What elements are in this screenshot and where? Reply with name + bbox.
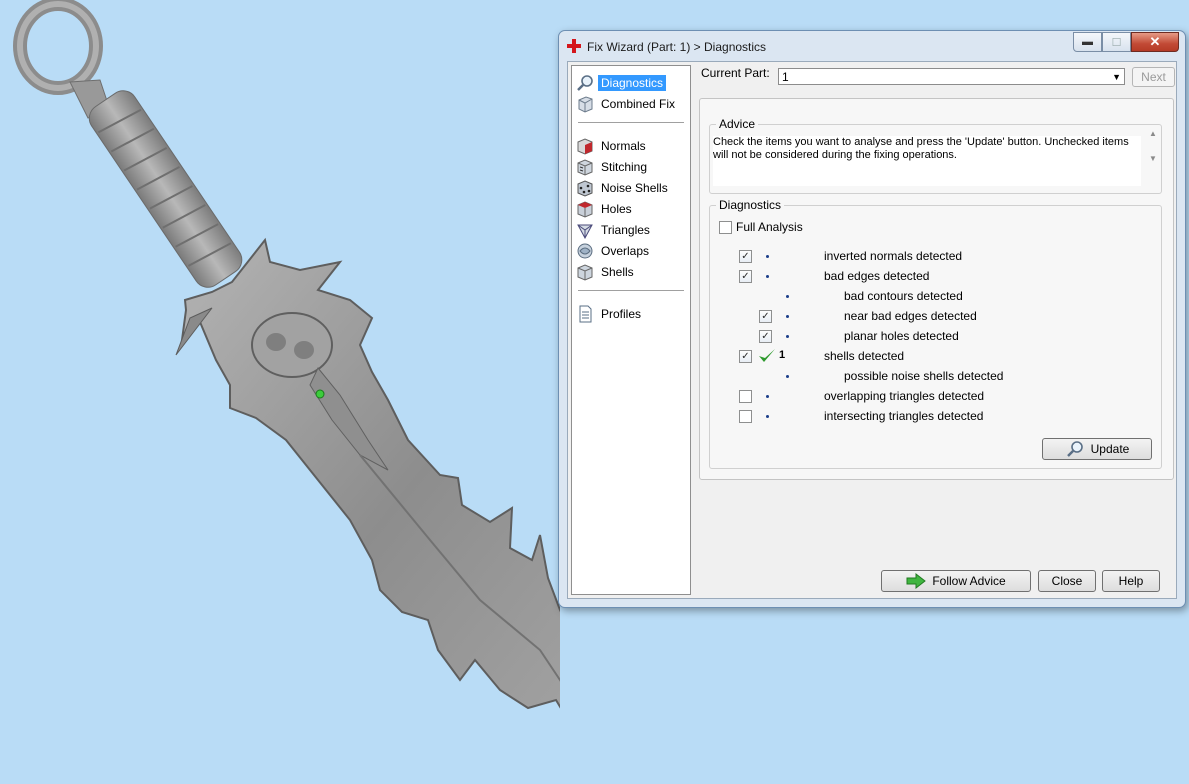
triangles-icon: [577, 224, 593, 239]
diagnostic-label: shells detected: [824, 349, 905, 363]
diagnostic-label: inverted normals detected: [824, 249, 963, 263]
sidebar-item-label: Triangles: [601, 222, 650, 237]
sidebar-item-diagnostics[interactable]: Diagnostics: [576, 73, 667, 92]
cube-icon: [578, 95, 593, 113]
magnifier-icon: [1066, 441, 1083, 457]
diagnostic-label: bad edges detected: [824, 269, 930, 283]
sword-model: [13, 0, 560, 710]
sidebar-item-label: Holes: [601, 201, 632, 216]
update-label: Update: [1090, 442, 1130, 456]
close-window-button[interactable]: ✕: [1131, 32, 1179, 52]
bullet-dot: [766, 395, 769, 398]
diagnostics-group: Diagnostics Full Analysis ✓ inverted norm…: [709, 198, 1162, 469]
sidebar-item-noise-shells[interactable]: Noise Shells: [576, 178, 671, 197]
minimize-button[interactable]: ▬: [1073, 32, 1102, 52]
diagnostic-label: intersecting triangles detected: [824, 409, 984, 423]
help-button[interactable]: Help: [1102, 570, 1160, 592]
current-part-select[interactable]: 1 ▼: [778, 68, 1125, 85]
fix-wizard-dialog: Fix Wizard (Part: 1) > Diagnostics ▬ ☐ ✕…: [558, 30, 1186, 608]
scroll-down-icon[interactable]: ▼: [1147, 154, 1159, 163]
normals-cube-icon: [577, 137, 593, 155]
noise-shells-icon: [577, 179, 593, 197]
sidebar-item-label: Overlaps: [601, 243, 650, 258]
dialog-client-area: Diagnostics Combined Fix Normals Stitchi…: [567, 61, 1177, 599]
current-part-label: Current Part:: [701, 66, 770, 80]
diagnostic-label: near bad edges detected: [844, 309, 977, 323]
document-icon: [579, 305, 592, 322]
maximize-button[interactable]: ☐: [1102, 32, 1131, 52]
sidebar-item-combined-fix[interactable]: Combined Fix: [576, 94, 678, 113]
diagnostic-label: overlapping triangles detected: [824, 389, 985, 403]
sidebar-item-triangles[interactable]: Triangles: [576, 220, 653, 239]
bullet-dot: [786, 295, 789, 298]
advice-text: Check the items you want to analyse and …: [713, 136, 1141, 186]
scroll-up-icon[interactable]: ▲: [1147, 129, 1159, 138]
full-analysis-option[interactable]: Full Analysis: [719, 219, 803, 235]
diagnostics-title: Diagnostics: [716, 198, 785, 212]
sidebar-item-label: Noise Shells: [601, 180, 668, 195]
sidebar-item-label: Normals: [601, 138, 646, 153]
3d-viewport[interactable]: [0, 0, 560, 784]
bullet-dot: [786, 335, 789, 338]
diagnostic-checkbox[interactable]: ✓: [759, 330, 772, 343]
sidebar-item-overlaps[interactable]: Overlaps: [576, 241, 652, 260]
sidebar-item-holes[interactable]: Holes: [576, 199, 635, 218]
sidebar-divider: [578, 122, 684, 123]
sidebar-item-normals[interactable]: Normals: [576, 136, 649, 155]
stitching-cube-icon: [577, 158, 593, 176]
close-label: Close: [1051, 574, 1083, 588]
holes-cube-icon: [577, 200, 593, 218]
shell-count: 1: [779, 349, 786, 361]
next-button[interactable]: Next: [1132, 67, 1175, 87]
chevron-down-icon: ▼: [1112, 72, 1121, 82]
green-check-icon: [759, 349, 775, 362]
follow-advice-label: Follow Advice: [932, 574, 1006, 588]
shells-icon: [577, 263, 593, 281]
full-analysis-checkbox[interactable]: [719, 220, 732, 234]
update-button[interactable]: Update: [1042, 438, 1152, 460]
green-arrow-icon: [906, 572, 927, 590]
current-part-value: 1: [782, 70, 789, 84]
wizard-sidebar: Diagnostics Combined Fix Normals Stitchi…: [571, 65, 691, 595]
sidebar-item-shells[interactable]: Shells: [576, 262, 637, 281]
overlaps-icon: [577, 243, 593, 258]
magnifier-icon: [577, 74, 593, 91]
sidebar-item-label: Profiles: [601, 306, 642, 321]
diagnostics-panel: Advice Check the items you want to analy…: [699, 98, 1174, 480]
help-label: Help: [1118, 574, 1144, 588]
diagnostic-checkbox[interactable]: ✓: [739, 250, 752, 263]
sidebar-divider: [578, 290, 684, 291]
bullet-dot: [766, 255, 769, 258]
bullet-dot: [766, 275, 769, 278]
sidebar-item-stitching[interactable]: Stitching: [576, 157, 650, 176]
advice-title: Advice: [716, 117, 759, 131]
diagnostic-checkbox[interactable]: ✓: [739, 270, 752, 283]
red-cross-icon: [567, 39, 581, 53]
sidebar-item-label: Shells: [601, 264, 634, 279]
sidebar-item-profiles[interactable]: Profiles: [576, 304, 644, 323]
follow-advice-button[interactable]: Follow Advice: [881, 570, 1031, 592]
bullet-dot: [786, 375, 789, 378]
diagnostic-label: possible noise shells detected: [844, 369, 1004, 383]
diagnostic-label: planar holes detected: [844, 329, 959, 343]
window-title: Fix Wizard (Part: 1) > Diagnostics: [587, 40, 767, 54]
bullet-dot: [786, 315, 789, 318]
diagnostic-checkbox[interactable]: [739, 390, 752, 403]
close-button[interactable]: Close: [1038, 570, 1096, 592]
sidebar-item-label: Diagnostics: [598, 74, 667, 91]
diagnostic-label: bad contours detected: [844, 289, 963, 303]
diagnostic-checkbox[interactable]: ✓: [739, 350, 752, 363]
advice-group: Advice Check the items you want to analy…: [709, 117, 1162, 194]
bullet-dot: [766, 415, 769, 418]
full-analysis-label: Full Analysis: [736, 220, 803, 234]
diagnostic-checkbox[interactable]: [739, 410, 752, 423]
sidebar-item-label: Combined Fix: [601, 96, 676, 111]
title-bar[interactable]: Fix Wizard (Part: 1) > Diagnostics ▬ ☐ ✕: [559, 31, 1185, 59]
sidebar-item-label: Stitching: [601, 159, 648, 174]
advice-scrollbar[interactable]: ▲ ▼: [1147, 129, 1159, 175]
diagnostic-checkbox[interactable]: ✓: [759, 310, 772, 323]
